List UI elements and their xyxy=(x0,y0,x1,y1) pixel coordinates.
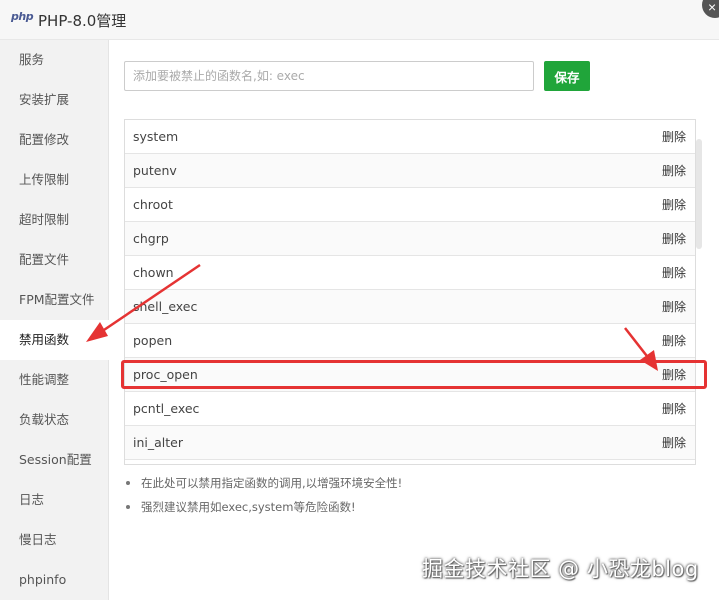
save-button[interactable]: 保存 xyxy=(544,61,590,91)
disabled-functions-table: system 删除 putenv 删除 chroot 删除 chgrp 删除 c… xyxy=(124,119,696,465)
sidebar: 服务 安装扩展 配置修改 上传限制 超时限制 配置文件 FPM配置文件 禁用函数… xyxy=(0,40,110,600)
sidebar-item-slow-log[interactable]: 慢日志 xyxy=(0,520,109,560)
sidebar-item-load-status[interactable]: 负载状态 xyxy=(0,400,109,440)
sidebar-item-log[interactable]: 日志 xyxy=(0,480,109,520)
function-name: chown xyxy=(133,265,174,280)
function-name: popen xyxy=(133,333,173,348)
sidebar-item-timeout-limit[interactable]: 超时限制 xyxy=(0,200,109,240)
function-name: pcntl_exec xyxy=(133,401,200,416)
php-logo-icon: php xyxy=(11,10,34,23)
table-row: shell_exec 删除 xyxy=(125,290,695,324)
delete-link[interactable]: 删除 xyxy=(662,256,686,290)
sidebar-item-upload-limit[interactable]: 上传限制 xyxy=(0,160,109,200)
function-name: putenv xyxy=(133,163,177,178)
window-title: PHP-8.0管理 xyxy=(38,12,127,30)
delete-link[interactable]: 删除 xyxy=(662,188,686,222)
table-row: chgrp 删除 xyxy=(125,222,695,256)
sidebar-item-service[interactable]: 服务 xyxy=(0,40,109,80)
bullet-icon xyxy=(126,505,130,509)
table-row: pcntl_exec 删除 xyxy=(125,392,695,426)
sidebar-item-session-config[interactable]: Session配置 xyxy=(0,440,109,480)
table-row: chown 删除 xyxy=(125,256,695,290)
sidebar-item-disabled-functions[interactable]: 禁用函数 xyxy=(0,320,110,360)
table-row: popen 删除 xyxy=(125,324,695,358)
delete-link[interactable]: 删除 xyxy=(662,324,686,358)
sidebar-item-config-edit[interactable]: 配置修改 xyxy=(0,120,109,160)
sidebar-item-phpinfo[interactable]: phpinfo xyxy=(0,560,109,600)
sidebar-item-fpm-config-file[interactable]: FPM配置文件 xyxy=(0,280,109,320)
tip-item: 强烈建议禁用如exec,system等危险函数! xyxy=(124,498,694,518)
delete-link[interactable]: 删除 xyxy=(662,222,686,256)
function-name: shell_exec xyxy=(133,299,198,314)
function-name: chroot xyxy=(133,197,173,212)
sidebar-item-install-extension[interactable]: 安装扩展 xyxy=(0,80,109,120)
sidebar-item-performance-tuning[interactable]: 性能调整 xyxy=(0,360,109,400)
watermark-text: 掘金技术社区 @ 小恐龙blog xyxy=(422,557,699,581)
delete-link[interactable]: 删除 xyxy=(662,392,686,426)
tip-item: 在此处可以禁用指定函数的调用,以增强环境安全性! xyxy=(124,474,694,494)
table-row: chroot 删除 xyxy=(125,188,695,222)
scrollbar-thumb[interactable] xyxy=(696,139,702,249)
delete-link[interactable]: 删除 xyxy=(662,426,686,460)
delete-link[interactable]: 删除 xyxy=(662,120,686,154)
delete-link[interactable]: 删除 xyxy=(662,154,686,188)
function-name: chgrp xyxy=(133,231,169,246)
bullet-icon xyxy=(126,481,130,485)
table-scrollbar[interactable] xyxy=(696,119,704,465)
annotation-highlight-box xyxy=(121,360,707,389)
window-titlebar: php PHP-8.0管理 xyxy=(0,0,719,40)
table-row: putenv 删除 xyxy=(125,154,695,188)
table-row: system 删除 xyxy=(125,120,695,154)
delete-link[interactable]: 删除 xyxy=(662,290,686,324)
function-name: ini_alter xyxy=(133,435,183,450)
sidebar-item-config-file[interactable]: 配置文件 xyxy=(0,240,109,280)
table-row: ini_alter 删除 xyxy=(125,426,695,460)
function-name: system xyxy=(133,129,179,144)
function-name-input[interactable] xyxy=(124,61,534,91)
